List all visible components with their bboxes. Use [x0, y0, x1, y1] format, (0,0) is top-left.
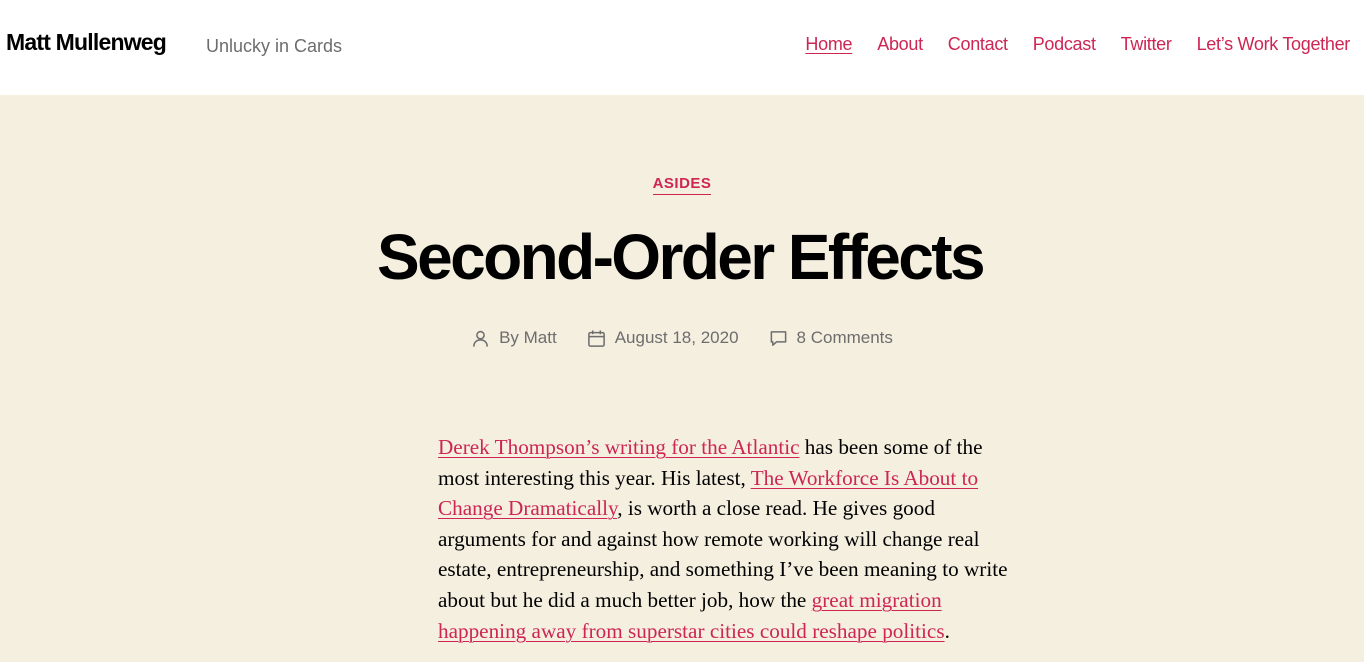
- nav-item-work-together[interactable]: Let’s Work Together: [1197, 34, 1351, 55]
- atlantic-writing-link[interactable]: Derek Thompson’s writing for the Atlanti…: [438, 435, 800, 459]
- post-comments: 8 Comments: [769, 328, 893, 348]
- nav-item-podcast[interactable]: Podcast: [1033, 34, 1096, 55]
- post-content: Derek Thompson’s writing for the Atlanti…: [438, 432, 1018, 646]
- nav-item-about[interactable]: About: [877, 34, 923, 55]
- primary-nav: Home About Contact Podcast Twitter Let’s…: [805, 34, 1350, 55]
- post-author-link[interactable]: By Matt: [499, 328, 557, 348]
- user-icon: [471, 329, 490, 348]
- post-date-link[interactable]: August 18, 2020: [615, 328, 739, 348]
- body-text: .: [944, 618, 950, 643]
- nav-item-contact[interactable]: Contact: [948, 34, 1008, 55]
- post-meta: By Matt August 18, 2020 8 Comments: [0, 328, 1364, 348]
- nav-item-home[interactable]: Home: [805, 34, 852, 55]
- post-title: Second-Order Effects: [377, 221, 986, 293]
- nav-item-twitter[interactable]: Twitter: [1121, 34, 1172, 55]
- category-link-asides[interactable]: ASIDES: [652, 175, 712, 195]
- calendar-icon: [587, 329, 606, 348]
- comment-icon: [769, 329, 788, 348]
- post-author: By Matt: [471, 328, 557, 348]
- post-comments-link[interactable]: 8 Comments: [797, 328, 893, 348]
- post-date: August 18, 2020: [587, 328, 739, 348]
- post-paragraph: Derek Thompson’s writing for the Atlanti…: [438, 432, 1018, 646]
- site-title-link[interactable]: Matt Mullenweg: [6, 29, 167, 56]
- site-description: Unlucky in Cards: [206, 36, 343, 56]
- category-links: ASIDES: [0, 175, 1364, 195]
- site-header: Matt Mullenweg Unlucky in Cards Home Abo…: [0, 0, 1364, 95]
